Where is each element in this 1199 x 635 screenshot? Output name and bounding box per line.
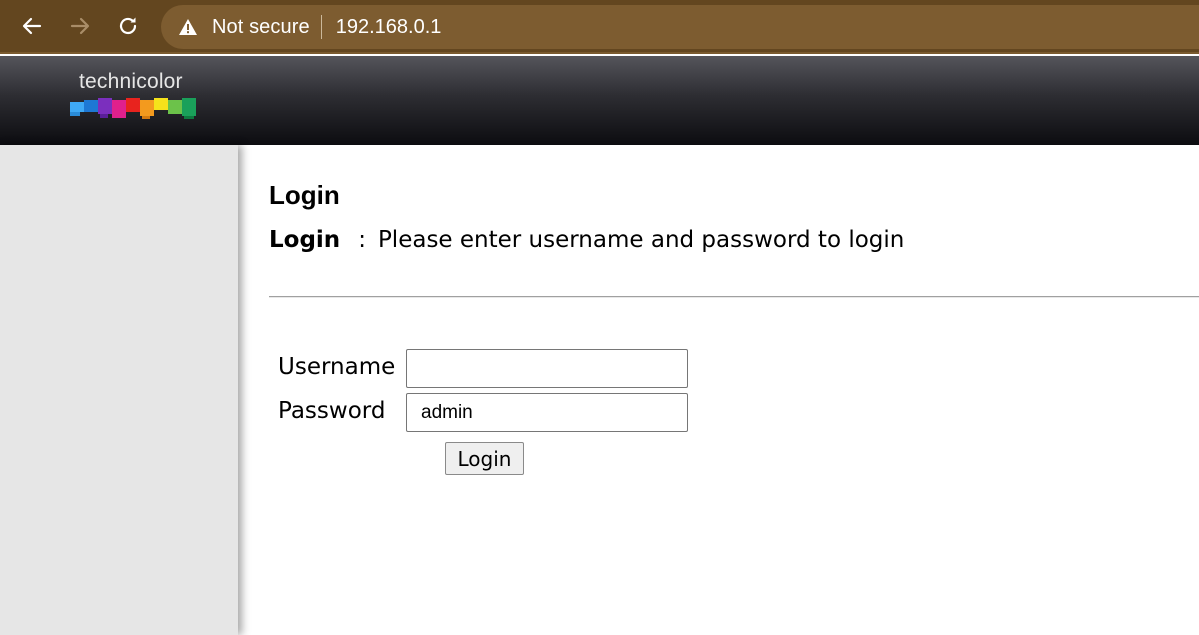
reload-icon [116, 14, 140, 38]
logo-color-bar [70, 98, 196, 119]
back-arrow-icon [20, 14, 44, 38]
password-label: Password [278, 398, 386, 424]
back-button[interactable] [14, 8, 50, 44]
logo-text: technicolor [79, 70, 183, 93]
security-status-label[interactable]: Not secure [212, 16, 310, 39]
login-button[interactable]: Login [445, 442, 524, 475]
url-text[interactable]: 192.168.0.1 [336, 16, 442, 39]
password-input[interactable] [406, 393, 688, 432]
page-title: Login [269, 180, 340, 210]
username-input[interactable] [406, 349, 688, 388]
browser-toolbar: Not secure 192.168.0.1 [0, 0, 1199, 54]
technicolor-logo: technicolor [70, 70, 200, 122]
subtitle-key: Login [269, 227, 341, 253]
forward-button[interactable] [62, 8, 98, 44]
subtitle-colon: : [358, 227, 366, 253]
main-content: Login Login: Please enter username and pa… [269, 145, 1199, 635]
warning-icon[interactable] [178, 17, 200, 37]
router-header: technicolor [0, 56, 1199, 145]
reload-button[interactable] [110, 8, 146, 44]
forward-arrow-icon [68, 14, 92, 38]
page-subtitle: Login: Please enter username and password… [269, 227, 904, 253]
divider [269, 296, 1199, 298]
address-bar-divider [320, 15, 322, 39]
sidebar [0, 145, 238, 635]
address-bar[interactable]: Not secure 192.168.0.1 [161, 5, 1199, 49]
username-label: Username [278, 354, 396, 380]
subtitle-text: Please enter username and password to lo… [377, 227, 905, 253]
